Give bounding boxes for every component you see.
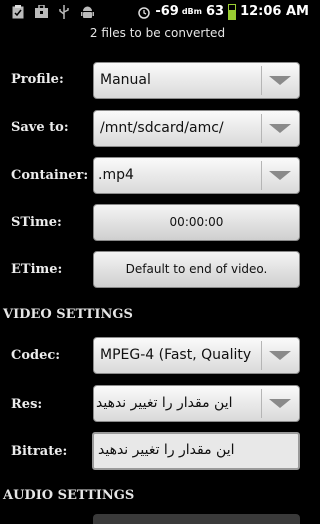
audio-codec-spinner[interactable] <box>93 514 300 524</box>
bag-icon <box>34 5 48 19</box>
spinner-divider <box>261 389 262 418</box>
save-to-label: Save to: <box>11 120 69 135</box>
usb-icon <box>57 4 71 19</box>
alarm-icon <box>137 5 151 19</box>
container-spinner[interactable]: .mp4 <box>93 157 300 194</box>
profile-spinner[interactable]: Manual <box>93 62 300 99</box>
container-label: Container: <box>11 168 89 183</box>
status-bar: -69 dBm 63 12:06 AM <box>0 0 315 23</box>
chevron-down-icon <box>269 399 291 408</box>
save-to-value: /mnt/sdcard/amc/ <box>100 120 224 136</box>
codec-value: MPEG-4 (Fast, Quality <box>100 347 252 363</box>
profile-value: Manual <box>100 72 151 88</box>
etime-label: ETime: <box>11 262 63 277</box>
battery-icon <box>228 3 237 20</box>
files-count-message: 2 files to be converted <box>89 26 226 40</box>
chevron-down-icon <box>269 76 291 85</box>
chevron-down-icon <box>269 124 291 133</box>
etime-button[interactable]: Default to end of video. <box>93 251 300 288</box>
video-settings-header: VIDEO SETTINGS <box>3 307 133 322</box>
audio-settings-header: AUDIO SETTINGS <box>3 488 135 503</box>
res-value: این مقدار را تغییر ندهید <box>96 395 233 411</box>
spinner-divider <box>261 341 262 370</box>
res-label: Res: <box>11 397 43 412</box>
codec-spinner[interactable]: MPEG-4 (Fast, Quality <box>93 337 300 374</box>
profile-label: Profile: <box>11 72 64 87</box>
res-spinner[interactable]: این مقدار را تغییر ندهید <box>93 385 300 422</box>
codec-label: Codec: <box>11 348 61 363</box>
status-info: -69 dBm 63 12:06 AM <box>137 0 309 23</box>
clock: 12:06 AM <box>240 4 309 19</box>
container-value: .mp4 <box>98 167 134 183</box>
spinner-divider <box>261 66 262 95</box>
bitrate-label: Bitrate: <box>11 444 68 459</box>
signal-unit: dBm <box>181 7 202 16</box>
stime-label: STime: <box>11 215 62 230</box>
chevron-down-icon <box>269 171 291 180</box>
notification-icons <box>0 4 94 19</box>
save-to-spinner[interactable]: /mnt/sdcard/amc/ <box>93 110 300 147</box>
android-icon <box>80 5 94 19</box>
bitrate-input[interactable]: این مقدار را تغییر ندهید <box>92 432 300 470</box>
clipboard-icon <box>11 4 25 19</box>
spinner-divider <box>261 114 262 143</box>
stime-button[interactable]: 00:00:00 <box>93 204 300 241</box>
battery-percent: 63 <box>206 4 225 19</box>
signal-strength: -69 <box>155 4 179 19</box>
spinner-divider <box>261 161 262 190</box>
chevron-down-icon <box>269 351 291 360</box>
